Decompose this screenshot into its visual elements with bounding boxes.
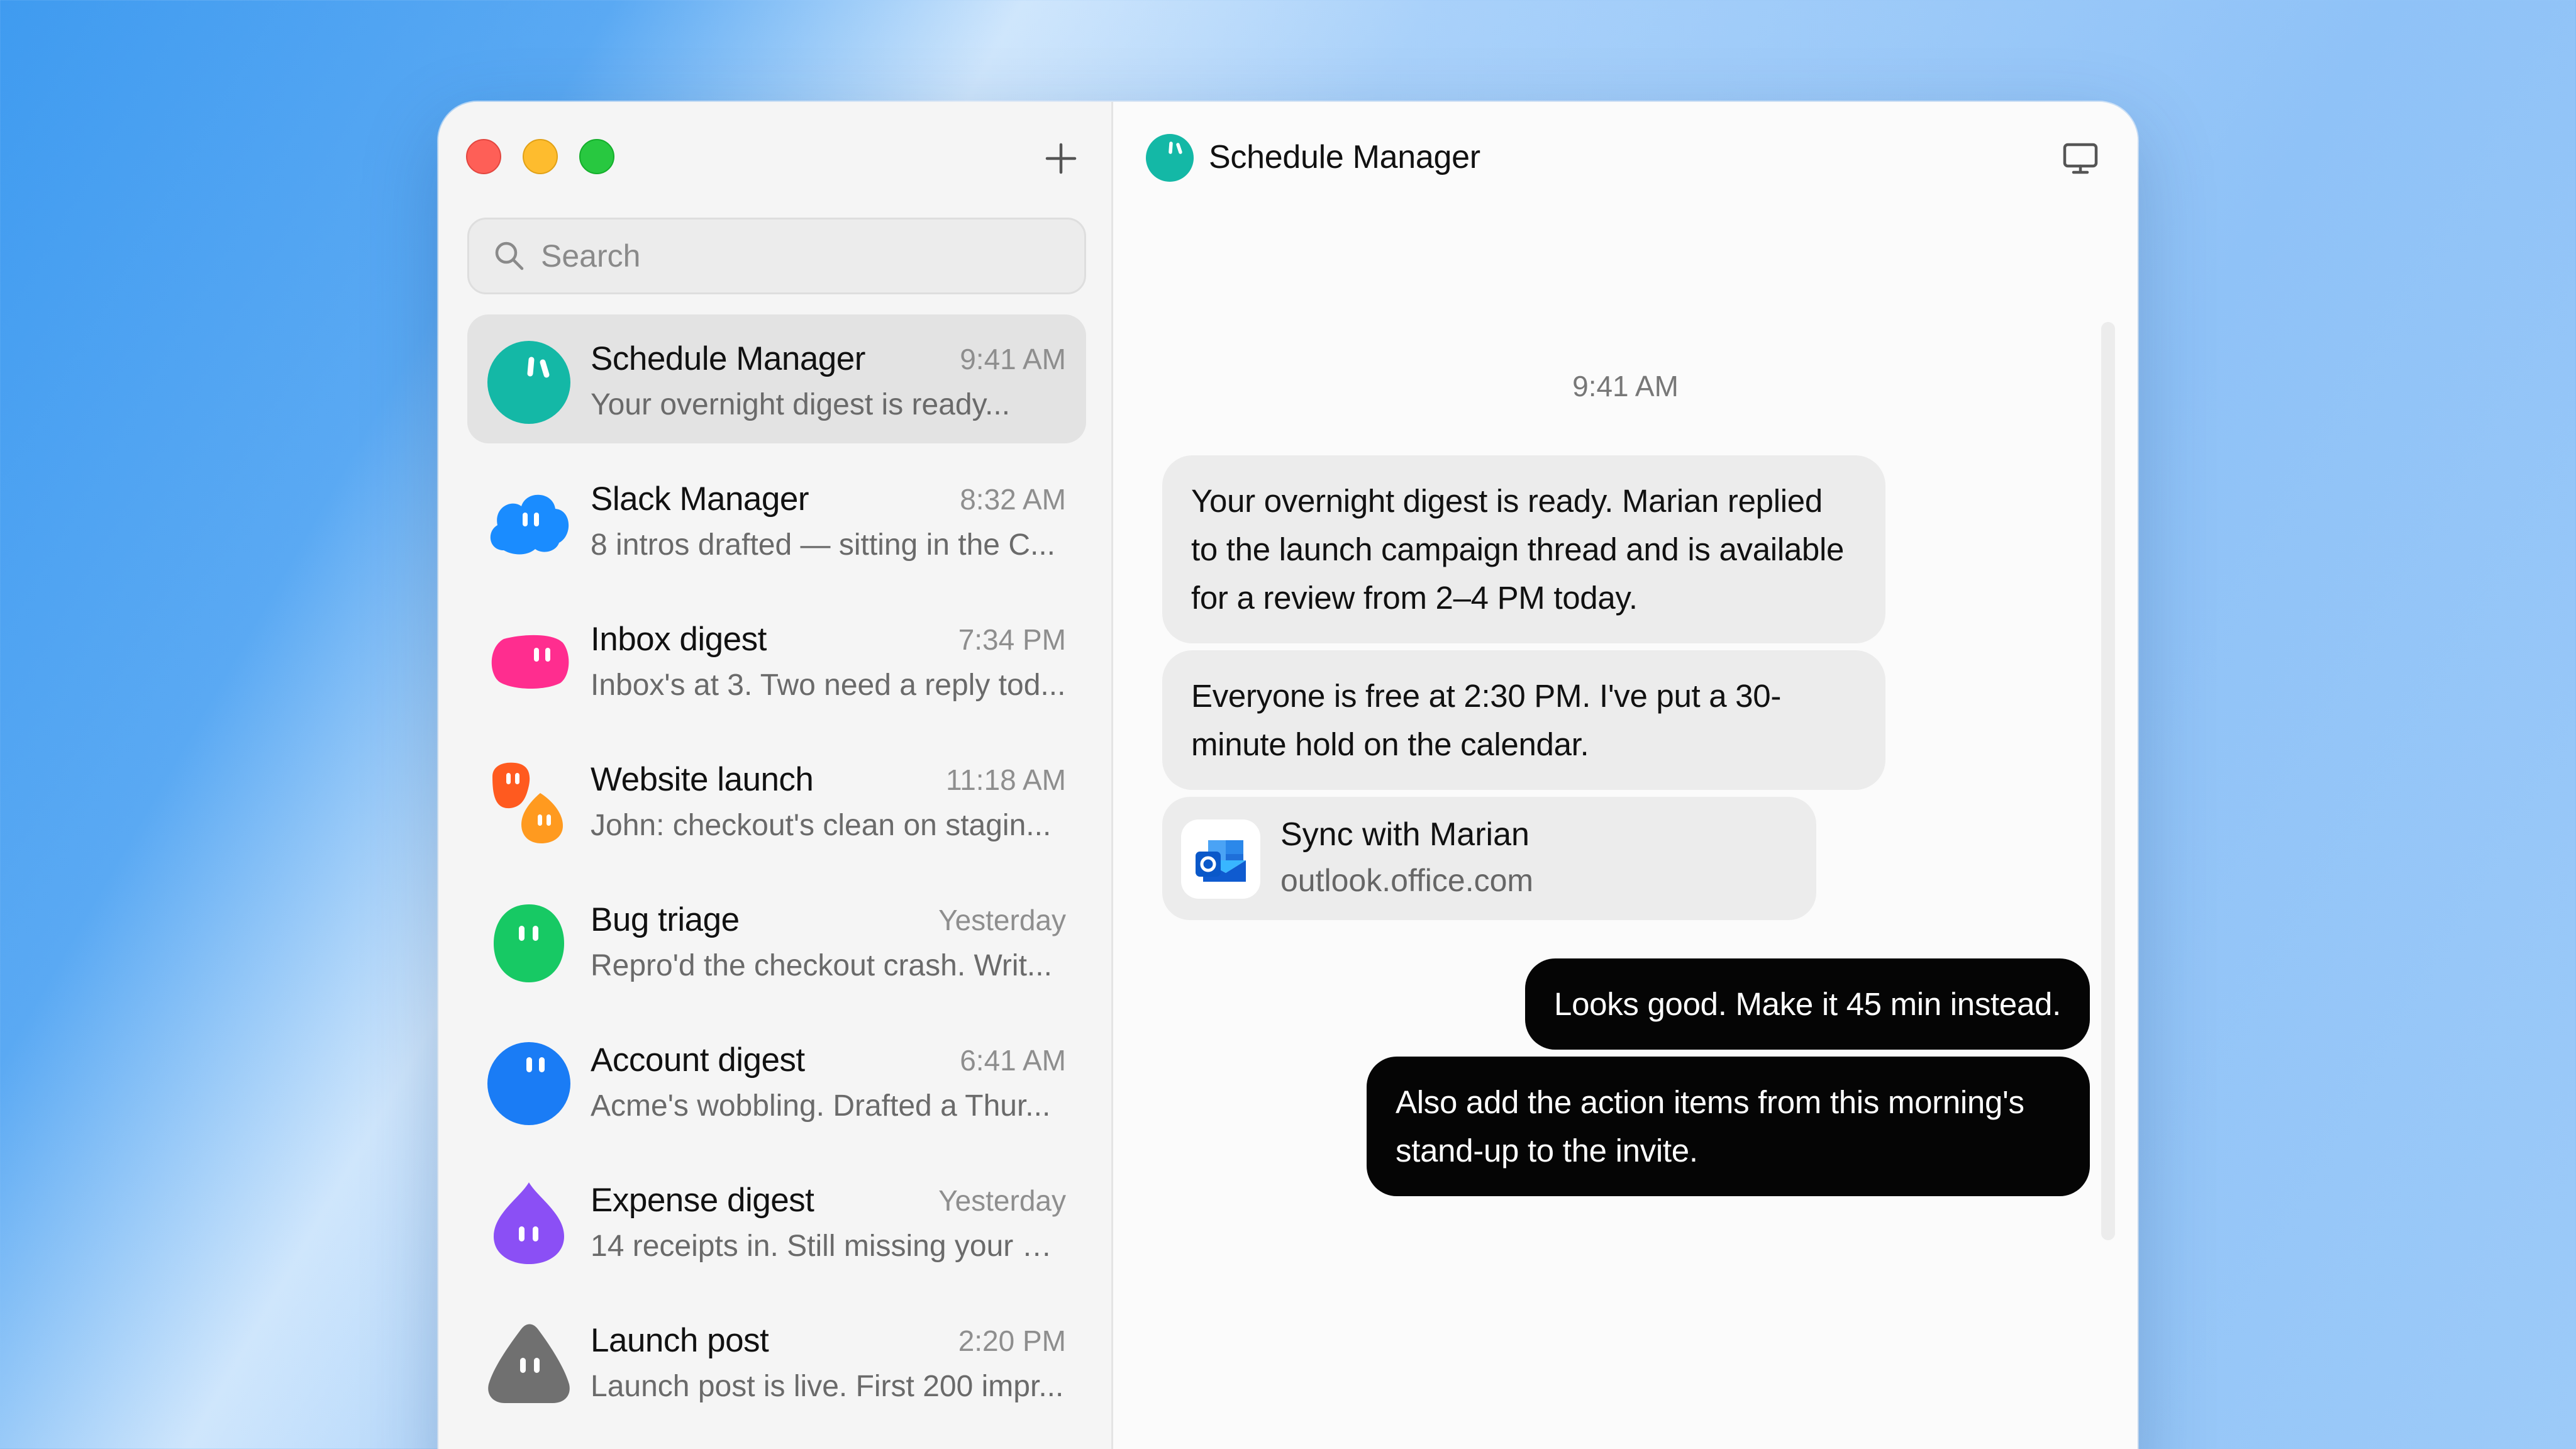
sidebar: Schedule Manager 9:41 AM Your overnight … xyxy=(438,102,1113,1449)
chat-item-website-launch[interactable]: Website launch 11:18 AM John: checkout's… xyxy=(467,735,1086,864)
chat-time: 8:32 AM xyxy=(960,483,1066,516)
chat-name: Inbox digest xyxy=(591,621,767,658)
orange-duo-avatar-icon xyxy=(492,762,563,843)
chat-item-slack-manager[interactable]: Slack Manager 8:32 AM 8 intros drafted —… xyxy=(467,455,1086,584)
chat-time: 11:18 AM xyxy=(946,763,1066,796)
chat-preview: 14 receipts in. Still missing your U... xyxy=(591,1230,1069,1263)
chat-preview: Repro'd the checkout crash. Writ... xyxy=(591,949,1052,982)
link-card-url: outlook.office.com xyxy=(1280,863,1534,898)
chat-time: 2:20 PM xyxy=(958,1324,1066,1357)
green-blob-avatar-icon xyxy=(494,904,564,982)
chat-name: Schedule Manager xyxy=(591,340,865,377)
plus-icon xyxy=(1045,143,1077,174)
chat-time: 6:41 AM xyxy=(960,1044,1066,1077)
link-card-title: Sync with Marian xyxy=(1280,816,1530,853)
pink-pill-avatar-icon xyxy=(491,635,569,689)
chat-name: Launch post xyxy=(591,1322,769,1359)
monitor-icon xyxy=(2063,143,2098,174)
conversation-title: Schedule Manager xyxy=(1209,139,1480,175)
assistant-message: Everyone is free at 2:30 PM. I've put a … xyxy=(1162,650,1885,790)
chat-name: Account digest xyxy=(591,1041,805,1079)
chat-preview: Inbox's at 3. Two need a reply tod... xyxy=(591,669,1066,702)
gray-cone-avatar-icon xyxy=(488,1324,570,1403)
chat-preview: Launch post is live. First 200 impr... xyxy=(591,1370,1064,1403)
message-timestamp: 9:41 AM xyxy=(1572,370,1679,402)
chat-preview: Your overnight digest is ready... xyxy=(591,388,1011,421)
chat-item-account-digest[interactable]: Account digest 6:41 AM Acme's wobbling. … xyxy=(467,1016,1086,1145)
new-chat-button[interactable] xyxy=(1036,133,1086,184)
chat-time: 7:34 PM xyxy=(958,623,1066,656)
chat-name: Expense digest xyxy=(591,1182,814,1219)
search-input[interactable] xyxy=(541,238,1044,274)
app-window: Schedule Manager 9:41 AM Your overnight … xyxy=(438,102,2138,1449)
chat-time: Yesterday xyxy=(938,1184,1066,1217)
scrollbar[interactable] xyxy=(2101,322,2115,1240)
chat-time: Yesterday xyxy=(938,904,1066,936)
chat-item-launch-post[interactable]: Launch post 2:20 PM Launch post is live.… xyxy=(467,1296,1086,1425)
chat-item-schedule-manager[interactable]: Schedule Manager 9:41 AM Your overnight … xyxy=(467,314,1086,443)
chat-time: 9:41 AM xyxy=(960,343,1066,375)
chat-item-bug-triage[interactable]: Bug triage Yesterday Repro'd the checkou… xyxy=(467,875,1086,1004)
close-window-button[interactable] xyxy=(466,139,501,174)
teal-blob-avatar-icon xyxy=(487,341,570,424)
minimize-window-button[interactable] xyxy=(523,139,558,174)
conversation-pane: Schedule Manager 9:41 AM Your overnight … xyxy=(1113,102,2138,1449)
purple-drop-avatar-icon xyxy=(494,1182,564,1264)
display-button[interactable] xyxy=(2058,136,2102,180)
chat-item-expense-digest[interactable]: Expense digest Yesterday 14 receipts in.… xyxy=(467,1156,1086,1285)
user-message: Looks good. Make it 45 min instead. xyxy=(1525,958,2090,1050)
teal-blob-avatar-icon xyxy=(1146,134,1194,182)
user-message: Also add the action items from this morn… xyxy=(1367,1057,2090,1196)
blue-circle-avatar-icon xyxy=(487,1042,570,1125)
blue-cloud-avatar-icon xyxy=(490,494,569,555)
chat-preview: John: checkout's clean on stagin... xyxy=(591,809,1052,842)
search-icon xyxy=(495,242,524,270)
outlook-icon xyxy=(1181,819,1260,899)
chat-name: Website launch xyxy=(591,761,814,798)
chat-name: Bug triage xyxy=(591,901,740,938)
calendar-link-card[interactable]: Sync with Marian outlook.office.com xyxy=(1162,797,1816,920)
chat-preview: Acme's wobbling. Drafted a Thur... xyxy=(591,1089,1051,1123)
chat-item-inbox-digest[interactable]: Inbox digest 7:34 PM Inbox's at 3. Two n… xyxy=(467,595,1086,724)
chat-list: Schedule Manager 9:41 AM Your overnight … xyxy=(467,314,1086,1436)
zoom-window-button[interactable] xyxy=(579,139,614,174)
chat-preview: 8 intros drafted — sitting in the C... xyxy=(591,528,1056,562)
search-bar[interactable] xyxy=(467,218,1086,294)
window-controls xyxy=(466,139,614,174)
assistant-message: Your overnight digest is ready. Marian r… xyxy=(1162,455,1885,643)
chat-name: Slack Manager xyxy=(591,480,809,518)
conversation-header: Schedule Manager xyxy=(1145,132,1480,182)
